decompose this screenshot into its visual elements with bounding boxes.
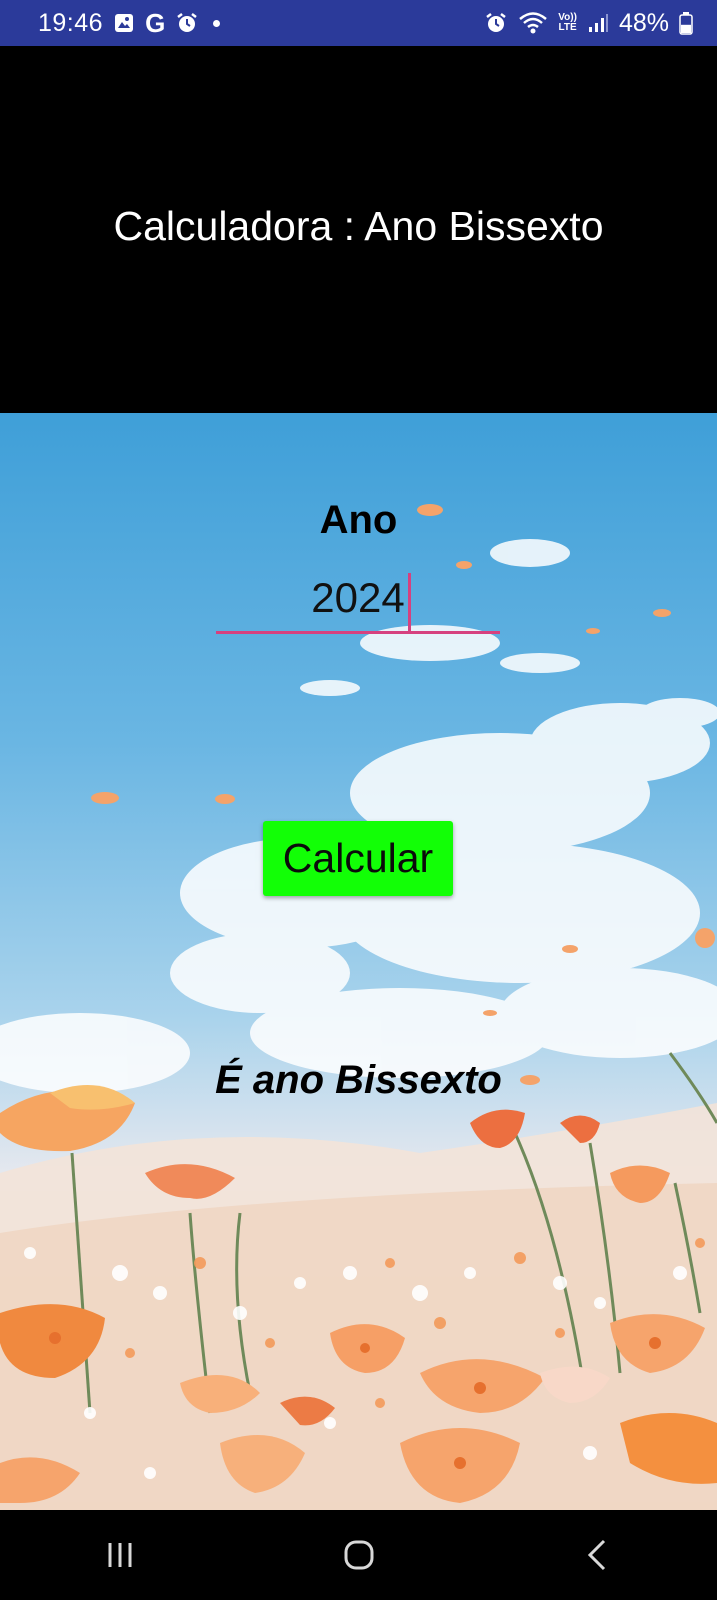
calculate-button[interactable]: Calcular [263,821,453,896]
app-header: Calculadora : Ano Bissexto [0,46,717,413]
gallery-icon [113,12,135,34]
status-bar: 19:46 G Vo)) LTE 48% [0,0,717,46]
notification-dot [213,19,221,27]
status-left: 19:46 G [38,7,221,39]
year-field[interactable] [216,565,500,634]
year-label: Ano [319,498,398,542]
text-cursor [408,573,411,631]
alarm-icon [484,11,508,35]
status-time: 19:46 [38,8,104,37]
status-right: Vo)) LTE 48% [484,9,693,38]
volte-label-bottom: LTE [558,22,577,33]
recents-button[interactable] [60,1525,180,1585]
volte-icon: Vo)) LTE [558,13,577,33]
signal-icon [587,12,609,34]
alarm-icon [175,11,199,35]
recents-icon [108,1543,131,1567]
year-input[interactable] [216,565,500,631]
result-text: É ano Bissexto [215,1058,502,1102]
home-icon [344,1540,373,1570]
page-title: Calculadora : Ano Bissexto [113,203,604,249]
home-button[interactable] [299,1525,419,1585]
navigation-bar [0,1510,717,1600]
back-button[interactable] [538,1525,658,1585]
google-icon: G [145,7,166,38]
battery-icon [679,11,693,35]
main-content: Ano Calcular É ano Bissexto [0,413,717,1510]
back-icon [587,1539,605,1571]
wifi-icon [518,11,548,35]
battery-percent: 48% [618,8,669,37]
